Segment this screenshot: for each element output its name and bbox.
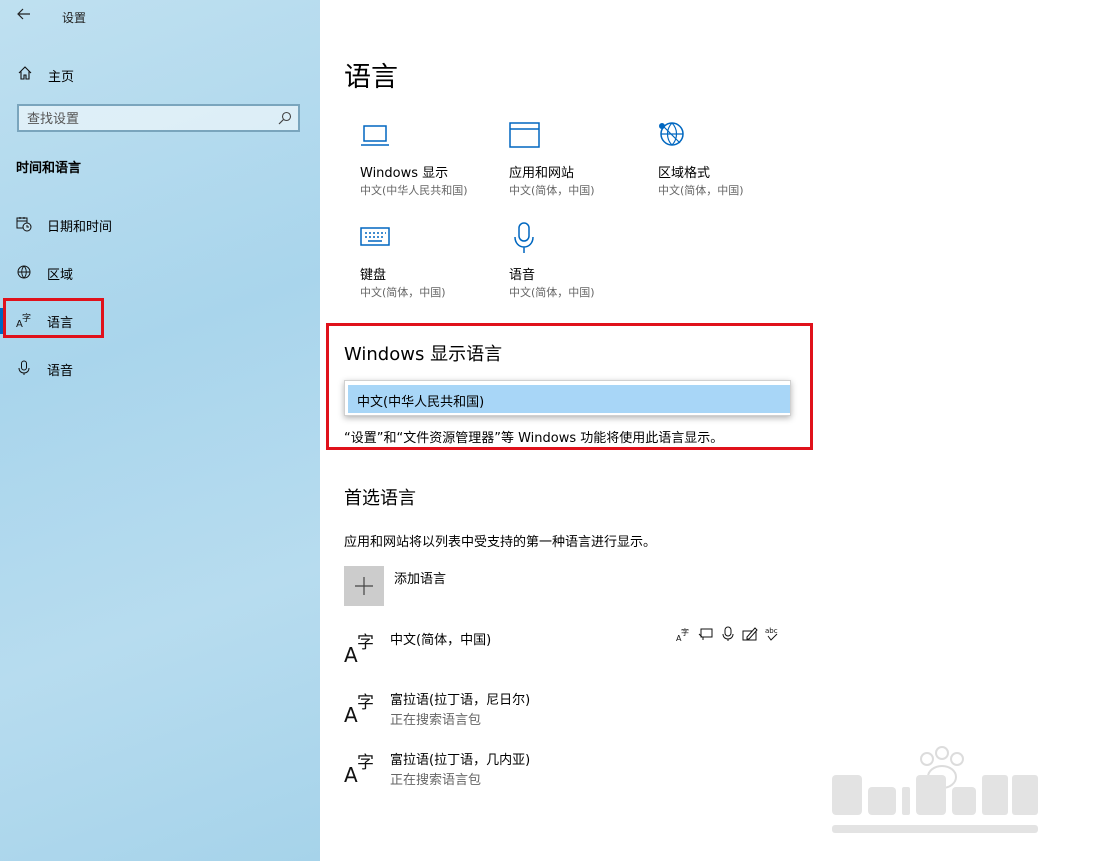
tile-subtitle: 中文(简体，中国) [509,286,595,299]
svg-text:字: 字 [357,633,374,653]
microphone-icon [514,222,534,253]
language-icon: A字 [344,633,374,664]
home-nav[interactable]: 主页 [0,58,320,90]
tile-name: 语音 [509,268,536,283]
window-icon [509,122,540,148]
home-label: 主页 [48,70,75,85]
svg-text:abc: abc [765,627,778,635]
language-status: 正在搜索语言包 [390,773,482,788]
language-status: 正在搜索语言包 [390,713,482,728]
svg-text:字: 字 [357,753,374,773]
tile-speech[interactable]: 语音 中文(简体，中国) [509,222,649,302]
sidebar-item-region[interactable]: 区域 [0,252,320,292]
tile-keyboard[interactable]: 键盘 中文(简体，中国) [360,222,500,302]
svg-text:A: A [344,703,358,724]
page-title: 语言 [344,62,398,93]
language-name: 中文(简体，中国) [390,633,492,648]
tile-windows-display[interactable]: Windows 显示 中文(中华人民共和国) [360,120,500,200]
sidebar-item-date-time[interactable]: 日期和时间 [0,204,320,244]
highlight-box [326,323,813,450]
microphone-icon [18,360,30,375]
handwriting-icon [742,626,758,642]
tile-subtitle: 中文(简体，中国) [360,286,446,299]
search-input[interactable] [27,109,267,129]
tile-name: 应用和网站 [509,166,575,181]
spellcheck-icon: abc [764,626,780,642]
tile-regional-format[interactable]: 区域格式 中文(简体，中国) [658,120,798,200]
language-name: 富拉语(拉丁语，几内亚) [390,753,531,768]
sidebar-section-title: 时间和语言 [16,161,82,176]
tile-name: Windows 显示 [360,166,449,181]
svg-text:字: 字 [681,627,689,637]
speech-recognition-icon [720,626,736,642]
globe-icon [17,265,31,279]
language-icon: A字 [344,693,374,724]
laptop-icon [361,125,389,146]
plus-icon [355,577,373,595]
preferred-languages-description: 应用和网站将以列表中受支持的第一种语言进行显示。 [344,535,657,550]
tile-subtitle: 中文(简体，中国) [658,184,744,197]
sidebar-item-label: 语音 [47,364,74,379]
language-item[interactable]: A字 富拉语(拉丁语，尼日尔) 正在搜索语言包 [344,688,784,738]
app-title: 设置 [62,11,87,25]
svg-text:A: A [344,763,358,784]
tile-subtitle: 中文(简体，中国) [509,184,595,197]
highlight-box [3,298,104,338]
back-button[interactable] [12,4,36,28]
sidebar-item-label: 日期和时间 [47,220,113,235]
back-arrow-icon [17,8,30,20]
add-language-label[interactable]: 添加语言 [394,568,446,587]
calendar-clock-icon [16,217,32,232]
globe-icon [659,122,684,146]
keyboard-icon [360,227,390,246]
tile-subtitle: 中文(中华人民共和国) [360,184,468,197]
preferred-languages-title: 首选语言 [344,488,416,509]
tile-apps-websites[interactable]: 应用和网站 中文(简体，中国) [509,120,649,200]
display-language-icon: A字 [676,626,692,643]
search-box[interactable] [17,104,300,132]
tile-name: 区域格式 [658,166,711,181]
search-icon[interactable] [278,111,292,125]
svg-text:字: 字 [357,693,374,713]
tile-name: 键盘 [360,268,387,283]
main-content: 语言 Windows 显示 中文(中华人民共和国) 应用和网站 中文(简体，中国… [320,0,1097,861]
language-name: 富拉语(拉丁语，尼日尔) [390,693,531,708]
language-item[interactable]: A字 富拉语(拉丁语，几内亚) 正在搜索语言包 [344,748,784,798]
sidebar-item-speech[interactable]: 语音 [0,348,320,388]
watermark-logo [832,746,1038,833]
text-to-speech-icon [698,626,714,642]
sidebar: 设置 主页 时间和语言 日期和时间 区域 A字 语言 语音 [0,0,320,861]
language-item[interactable]: A字 中文(简体，中国) [344,628,784,678]
add-language-button[interactable] [344,566,384,606]
svg-text:A: A [344,643,358,664]
title-bar: 设置 [0,0,320,32]
home-icon [18,66,32,80]
language-icon: A字 [344,753,374,784]
sidebar-item-label: 区域 [47,268,74,283]
